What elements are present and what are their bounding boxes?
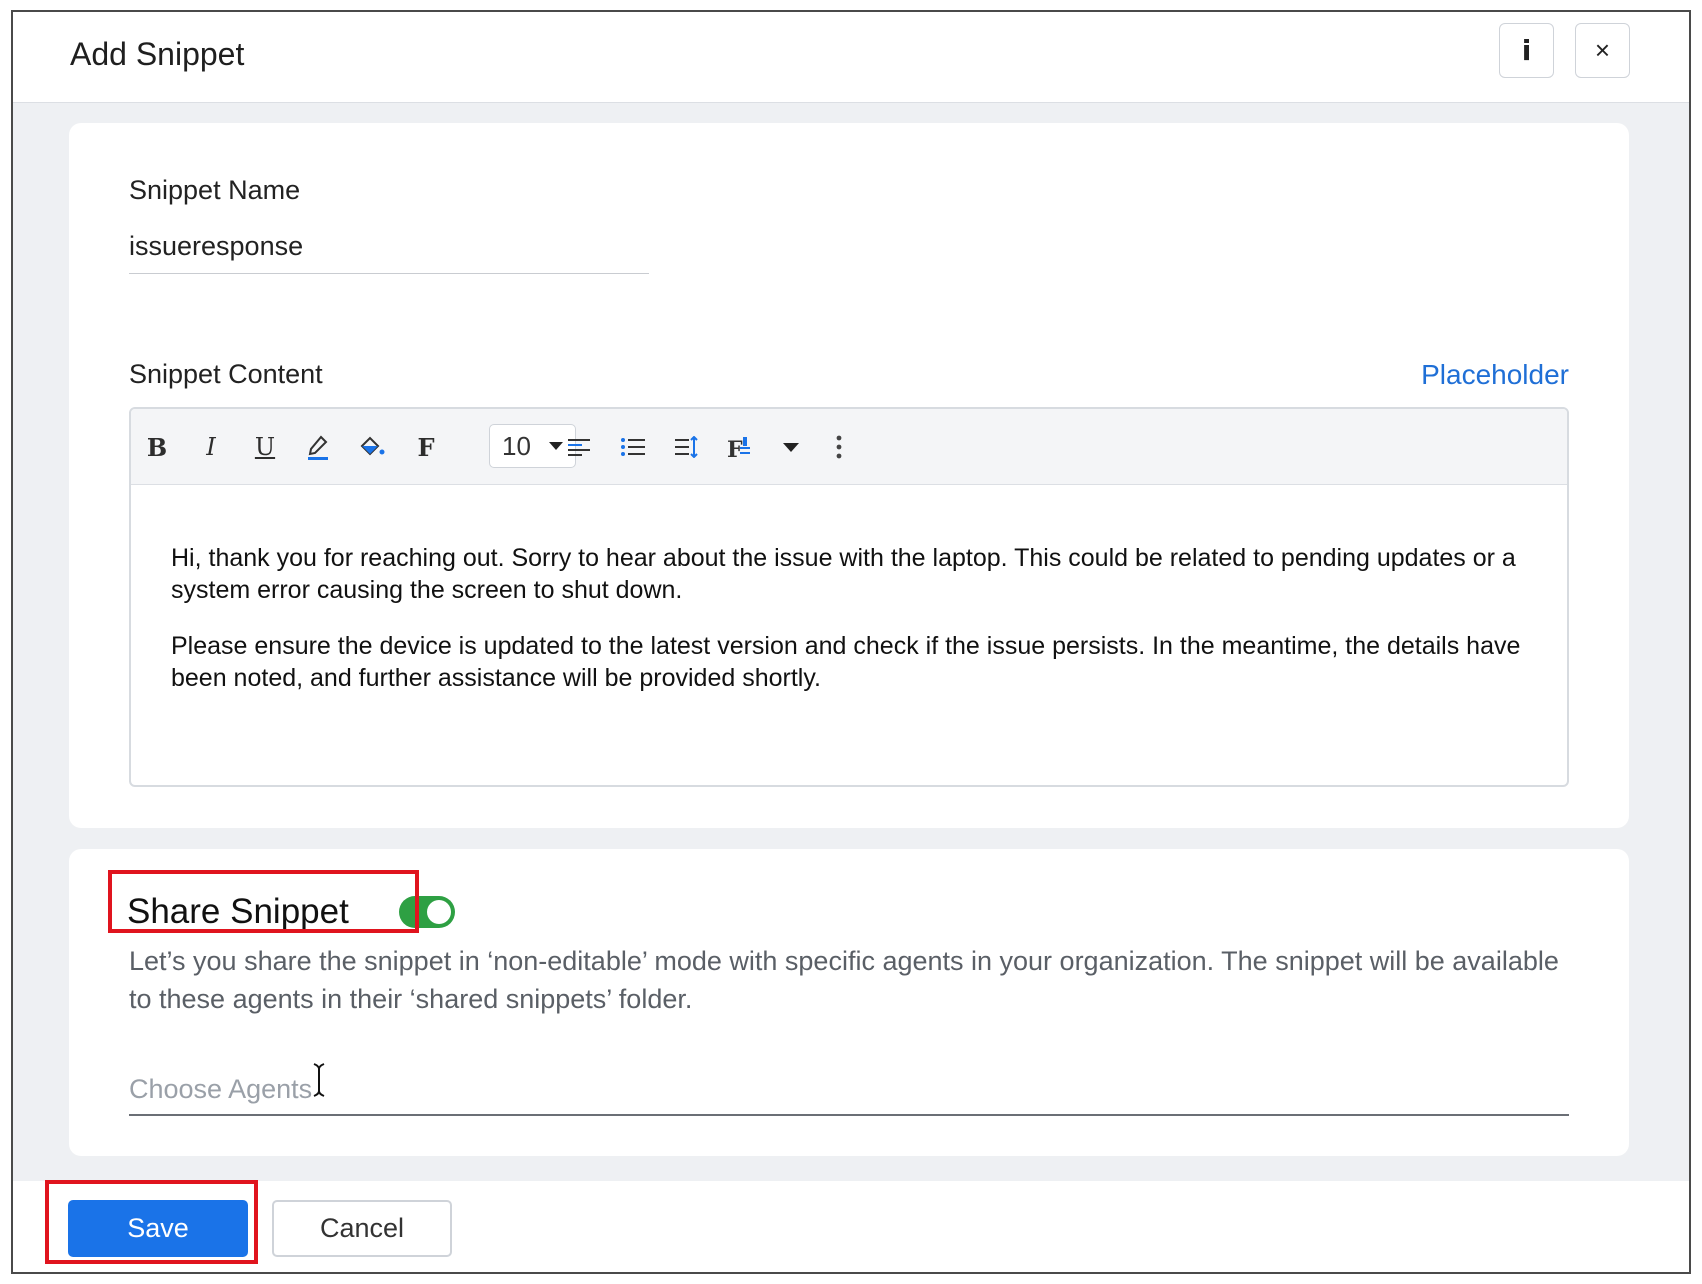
snippet-name-input[interactable]: issueresponse <box>129 231 303 262</box>
info-icon: i <box>1521 34 1532 67</box>
caret-down-icon <box>783 443 799 452</box>
align-button[interactable] <box>559 427 599 467</box>
content-paragraph-1: Hi, thank you for reaching out. Sorry to… <box>171 544 1516 604</box>
choose-agents-input[interactable] <box>129 1064 1569 1116</box>
rich-text-editor: B I U F 10 F Hi, thank you for reaching … <box>129 407 1569 787</box>
bullet-list-icon <box>621 438 645 456</box>
snippet-details-card: Snippet Name issueresponse Snippet Conte… <box>69 123 1629 828</box>
more-options-button[interactable] <box>819 427 859 467</box>
background-color-button[interactable] <box>352 427 392 467</box>
placeholder-link[interactable]: Placeholder <box>1421 359 1569 391</box>
cancel-button[interactable]: Cancel <box>272 1200 452 1257</box>
snippet-name-label: Snippet Name <box>129 175 301 205</box>
more-formats-dropdown[interactable] <box>771 427 811 467</box>
dialog-header: Add Snippet i × <box>13 12 1689 103</box>
underline-icon: U <box>254 433 276 461</box>
snippet-name-underline <box>129 273 649 274</box>
close-button[interactable]: × <box>1575 23 1630 78</box>
font-icon: F <box>417 432 435 462</box>
bullet-list-button[interactable] <box>613 427 653 467</box>
editor-toolbar: B I U F 10 F <box>131 409 1567 485</box>
italic-button[interactable]: I <box>191 427 231 467</box>
share-snippet-description: Let’s you share the snippet in ‘non-edit… <box>129 946 1559 1014</box>
italic-icon: I <box>206 433 216 461</box>
content-paragraph-2: Please ensure the device is updated to t… <box>171 632 1521 692</box>
text-color-button[interactable] <box>298 427 338 467</box>
bold-icon: B <box>146 432 168 462</box>
paint-bucket-icon <box>360 436 385 456</box>
text-cursor-icon <box>313 1063 325 1097</box>
share-snippet-highlight <box>108 870 419 933</box>
info-button[interactable]: i <box>1499 23 1554 78</box>
vertical-dots-icon <box>836 435 842 459</box>
dialog-title: Add Snippet <box>70 36 245 72</box>
dialog-footer <box>13 1181 1689 1272</box>
snippet-content-label: Snippet Content <box>129 359 323 389</box>
font-family-button[interactable]: F <box>406 427 446 467</box>
font-size-value: 10 <box>502 430 531 461</box>
line-height-button[interactable] <box>666 427 706 467</box>
underline-button[interactable]: U <box>245 427 285 467</box>
format-painter-icon: F <box>727 437 750 461</box>
format-button[interactable]: F <box>720 427 760 467</box>
line-spacing-icon <box>675 436 698 458</box>
editor-content[interactable]: Hi, thank you for reaching out. Sorry to… <box>171 542 1531 718</box>
close-icon: × <box>1594 35 1611 65</box>
toggle-knob <box>427 900 451 924</box>
pen-icon <box>308 435 328 460</box>
add-snippet-dialog: Add Snippet i × Snippet Name issuerespon… <box>11 10 1691 1274</box>
align-left-icon <box>568 439 590 456</box>
bold-button[interactable]: B <box>137 427 177 467</box>
save-button[interactable]: Save <box>68 1200 248 1257</box>
